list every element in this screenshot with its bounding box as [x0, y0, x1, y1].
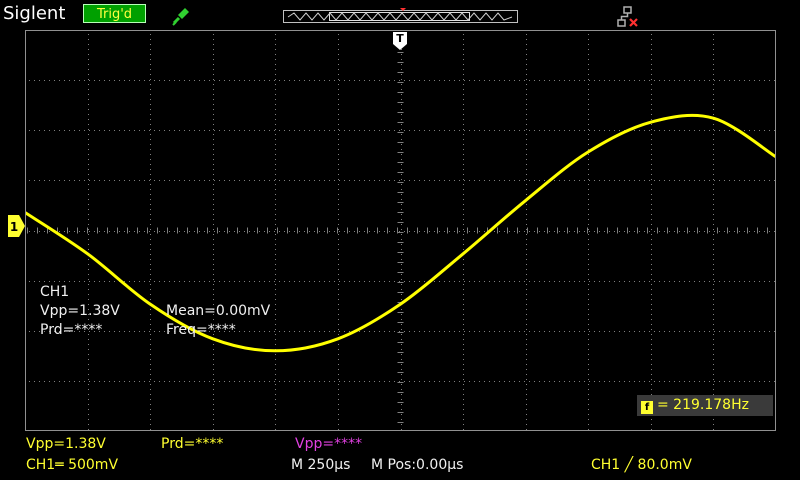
frequency-icon: f — [641, 401, 653, 414]
bottom-vpp-ch2: Vpp=**** — [295, 436, 363, 452]
ch1-marker-label: 1 — [10, 220, 18, 234]
meas-channel: CH1 — [40, 284, 70, 300]
horizontal-position-readout[interactable]: M Pos:0.00µs — [371, 456, 463, 474]
meas-freq: Freq=**** — [166, 322, 236, 338]
brand-logo: Siglent — [3, 3, 66, 24]
frequency-counter: f = 219.178Hz — [637, 395, 773, 416]
frequency-value: = 219.178Hz — [657, 397, 749, 413]
memory-depth-icon — [283, 8, 518, 23]
probe-icon — [172, 8, 189, 26]
bottom-vpp-ch1: Vpp=1.38V — [26, 436, 106, 452]
graticule-grid — [27, 32, 775, 430]
ch1-vertical-scale[interactable]: CH1═ 500mV — [26, 456, 118, 474]
timebase-readout[interactable]: M 250µs — [291, 456, 350, 474]
trigger-level-readout[interactable]: CH1 ╱ 80.0mV — [591, 456, 692, 474]
trigger-position-label: T — [396, 32, 404, 45]
ch1-offset-marker[interactable]: 1 — [8, 215, 25, 237]
trigger-status-badge: Trig'd — [83, 4, 146, 23]
meas-period: Prd=**** — [40, 322, 103, 338]
bottom-period-ch1: Prd=**** — [161, 436, 224, 452]
waveform-display[interactable] — [25, 30, 776, 431]
meas-vpp: Vpp=1.38V — [40, 303, 120, 319]
network-disconnected-icon — [617, 6, 638, 27]
meas-mean: Mean=0.00mV — [166, 303, 271, 319]
